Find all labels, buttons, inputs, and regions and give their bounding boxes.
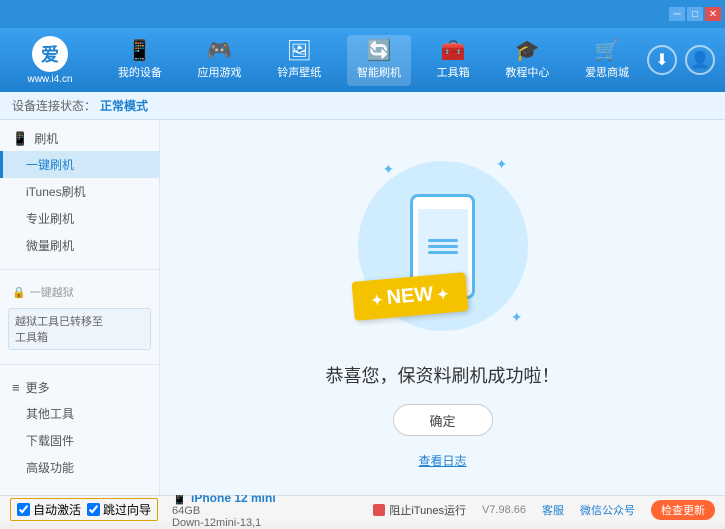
stop-itunes-label: 阻止iTunes运行: [389, 502, 466, 518]
sidebar-item-itunes-flash[interactable]: iTunes刷机: [0, 178, 159, 205]
wallpaper-label: 铃声壁纸: [277, 64, 321, 80]
sparkle-2: ✦: [496, 156, 508, 173]
tools-label: 工具箱: [437, 64, 470, 80]
smart-flash-label: 智能刷机: [357, 64, 401, 80]
flash-section-icon: 📱: [12, 131, 28, 147]
device-storage: 64GB: [172, 505, 276, 517]
jailbreak-note-text: 越狱工具已转移至工具箱: [15, 316, 103, 344]
close-button[interactable]: ✕: [705, 7, 721, 21]
sidebar-jailbreak-note: 越狱工具已转移至工具箱: [8, 308, 151, 350]
customer-service-link[interactable]: 客服: [542, 502, 564, 518]
skip-wizard-checkbox[interactable]: 跳过向导: [87, 501, 151, 518]
download-button[interactable]: ⬇: [647, 45, 677, 75]
store-icon: 🛒: [595, 41, 620, 61]
sidebar-jailbreak-title: 🔒 一键越狱: [0, 280, 159, 304]
sparkle-1: ✦: [383, 161, 395, 178]
logo-icon: 爱: [32, 36, 68, 72]
sidebar-item-other-tools[interactable]: 其他工具: [0, 400, 159, 427]
skip-wizard-label: 跳过向导: [103, 501, 151, 518]
window-controls: ─ □ ✕: [669, 7, 721, 21]
nav-item-tutorials[interactable]: 🎓 教程中心: [495, 35, 559, 86]
content-area: ✦ ✦ ✦ NEW 恭喜您，保资料刷机成功啦！ 确定 查看日志: [160, 120, 725, 495]
help-link[interactable]: 查看日志: [418, 452, 466, 469]
nav-menu: 📱 我的设备 🎮 应用游戏 🖼 铃声壁纸 🔄 智能刷机 🧰 工具箱 🎓 教程中心…: [100, 35, 647, 86]
auto-launch-input[interactable]: [17, 503, 30, 516]
main-area: 📱 刷机 一键刷机 iTunes刷机 专业刷机 微量刷机 🔒 一键越狱 越狱工具…: [0, 120, 725, 495]
my-device-icon: 📱: [127, 41, 152, 61]
store-label: 爱思商城: [585, 64, 629, 80]
flash-section-label: 刷机: [34, 130, 58, 147]
stop-itunes-button[interactable]: 阻止iTunes运行: [373, 502, 466, 518]
status-value: 正常模式: [100, 97, 148, 114]
screen-line-1: [428, 239, 458, 242]
nav-item-tools[interactable]: 🧰 工具箱: [427, 35, 480, 86]
tutorials-icon: 🎓: [515, 41, 540, 61]
status-label: 设备连接状态：: [12, 97, 96, 114]
sidebar-item-advanced[interactable]: 高级功能: [0, 454, 159, 481]
tutorials-label: 教程中心: [505, 64, 549, 80]
apps-icon: 🎮: [207, 41, 232, 61]
version-text: V7.98.66: [482, 504, 526, 516]
nav-item-apps[interactable]: 🎮 应用游戏: [188, 35, 252, 86]
jailbreak-label: 一键越狱: [30, 284, 74, 300]
nav-item-smart-flash[interactable]: 🔄 智能刷机: [347, 35, 411, 86]
sidebar: 📱 刷机 一键刷机 iTunes刷机 专业刷机 微量刷机 🔒 一键越狱 越狱工具…: [0, 120, 160, 495]
header: 爱 www.i4.cn 📱 我的设备 🎮 应用游戏 🖼 铃声壁纸 🔄 智能刷机 …: [0, 28, 725, 92]
skip-wizard-input[interactable]: [87, 503, 100, 516]
bottom-right: 阻止iTunes运行 V7.98.66 客服 微信公众号 检查更新: [373, 500, 715, 520]
stop-icon: [373, 504, 385, 516]
check-update-button[interactable]: 检查更新: [651, 500, 715, 520]
more-label: 更多: [26, 379, 50, 396]
sidebar-section-title-flash: 📱 刷机: [0, 126, 159, 151]
apps-label: 应用游戏: [198, 64, 242, 80]
my-device-label: 我的设备: [118, 64, 162, 80]
sidebar-item-micro-flash[interactable]: 微量刷机: [0, 232, 159, 259]
sidebar-item-one-click-flash[interactable]: 一键刷机: [0, 151, 159, 178]
auto-launch-checkbox[interactable]: 自动激活: [17, 501, 81, 518]
wechat-public-link[interactable]: 微信公众号: [580, 502, 635, 518]
smart-flash-icon: 🔄: [367, 41, 392, 61]
confirm-button[interactable]: 确定: [393, 404, 493, 436]
illustration: ✦ ✦ ✦ NEW: [343, 146, 543, 346]
sidebar-divider-1: [0, 269, 159, 270]
sidebar-section-flash: 📱 刷机 一键刷机 iTunes刷机 专业刷机 微量刷机: [0, 120, 159, 265]
screen-line-2: [428, 245, 458, 248]
nav-item-my-device[interactable]: 📱 我的设备: [108, 35, 172, 86]
sparkle-3: ✦: [511, 309, 523, 326]
auto-launch-label: 自动激活: [33, 501, 81, 518]
sidebar-item-download-firmware[interactable]: 下载固件: [0, 427, 159, 454]
logo: 爱 www.i4.cn: [10, 36, 90, 85]
more-icon: ≡: [12, 380, 20, 395]
lock-icon: 🔒: [12, 286, 26, 299]
nav-item-store[interactable]: 🛒 爱思商城: [575, 35, 639, 86]
minimize-button[interactable]: ─: [669, 7, 685, 21]
nav-right-controls: ⬇ 👤: [647, 45, 715, 75]
sidebar-section-more: ≡ 更多 其他工具 下载固件 高级功能: [0, 369, 159, 487]
tools-icon: 🧰: [441, 41, 466, 61]
maximize-button[interactable]: □: [687, 7, 703, 21]
sidebar-section-jailbreak: 🔒 一键越狱 越狱工具已转移至工具箱: [0, 274, 159, 360]
title-bar: ─ □ ✕: [0, 0, 725, 28]
success-message: 恭喜您，保资料刷机成功啦！: [326, 362, 560, 388]
status-bar: 设备连接状态： 正常模式: [0, 92, 725, 120]
wallpaper-icon: 🖼: [287, 41, 312, 61]
nav-item-wallpaper[interactable]: 🖼 铃声壁纸: [267, 35, 331, 86]
bottom-bar: 自动激活 跳过向导 📱 iPhone 12 mini 64GB Down-12m…: [0, 495, 725, 523]
sidebar-item-pro-flash[interactable]: 专业刷机: [0, 205, 159, 232]
account-button[interactable]: 👤: [685, 45, 715, 75]
screen-line-3: [428, 251, 458, 254]
logo-subtitle: www.i4.cn: [27, 74, 72, 85]
sidebar-more-title: ≡ 更多: [0, 375, 159, 400]
sidebar-divider-2: [0, 364, 159, 365]
